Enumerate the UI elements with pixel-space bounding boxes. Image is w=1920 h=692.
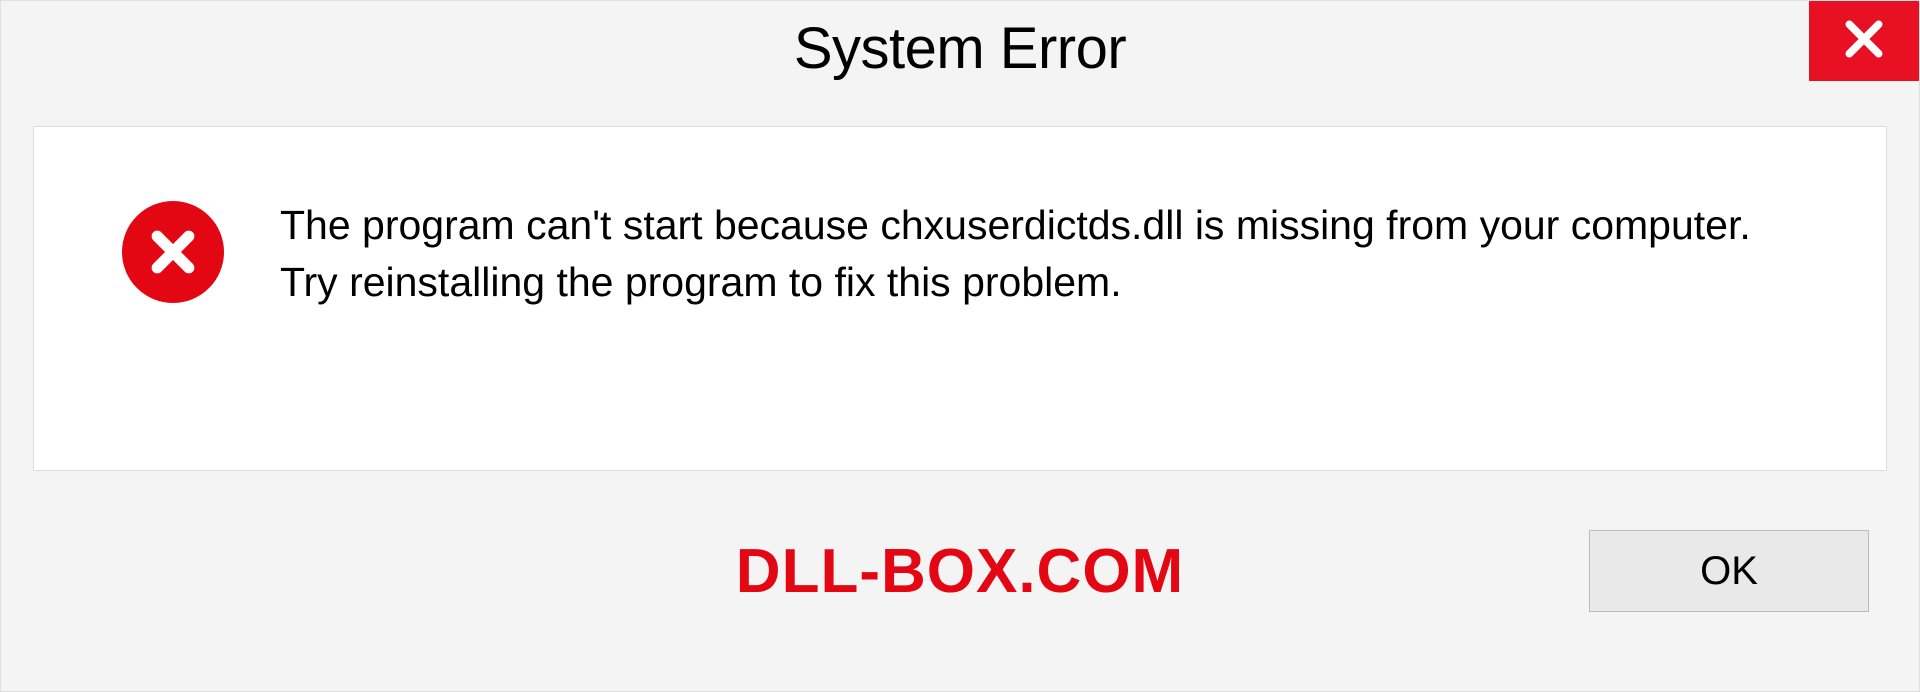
error-dialog: System Error The program can't start bec… bbox=[0, 0, 1920, 692]
error-icon bbox=[122, 201, 224, 303]
titlebar: System Error bbox=[1, 1, 1919, 126]
dialog-title: System Error bbox=[794, 15, 1126, 82]
error-message: The program can't start because chxuserd… bbox=[280, 197, 1791, 312]
ok-button[interactable]: OK bbox=[1589, 530, 1869, 612]
watermark-text: DLL-BOX.COM bbox=[736, 536, 1184, 607]
close-button[interactable] bbox=[1809, 1, 1919, 81]
content-area: The program can't start because chxuserd… bbox=[33, 126, 1887, 471]
footer: DLL-BOX.COM OK bbox=[1, 471, 1919, 671]
close-icon bbox=[1842, 17, 1886, 66]
